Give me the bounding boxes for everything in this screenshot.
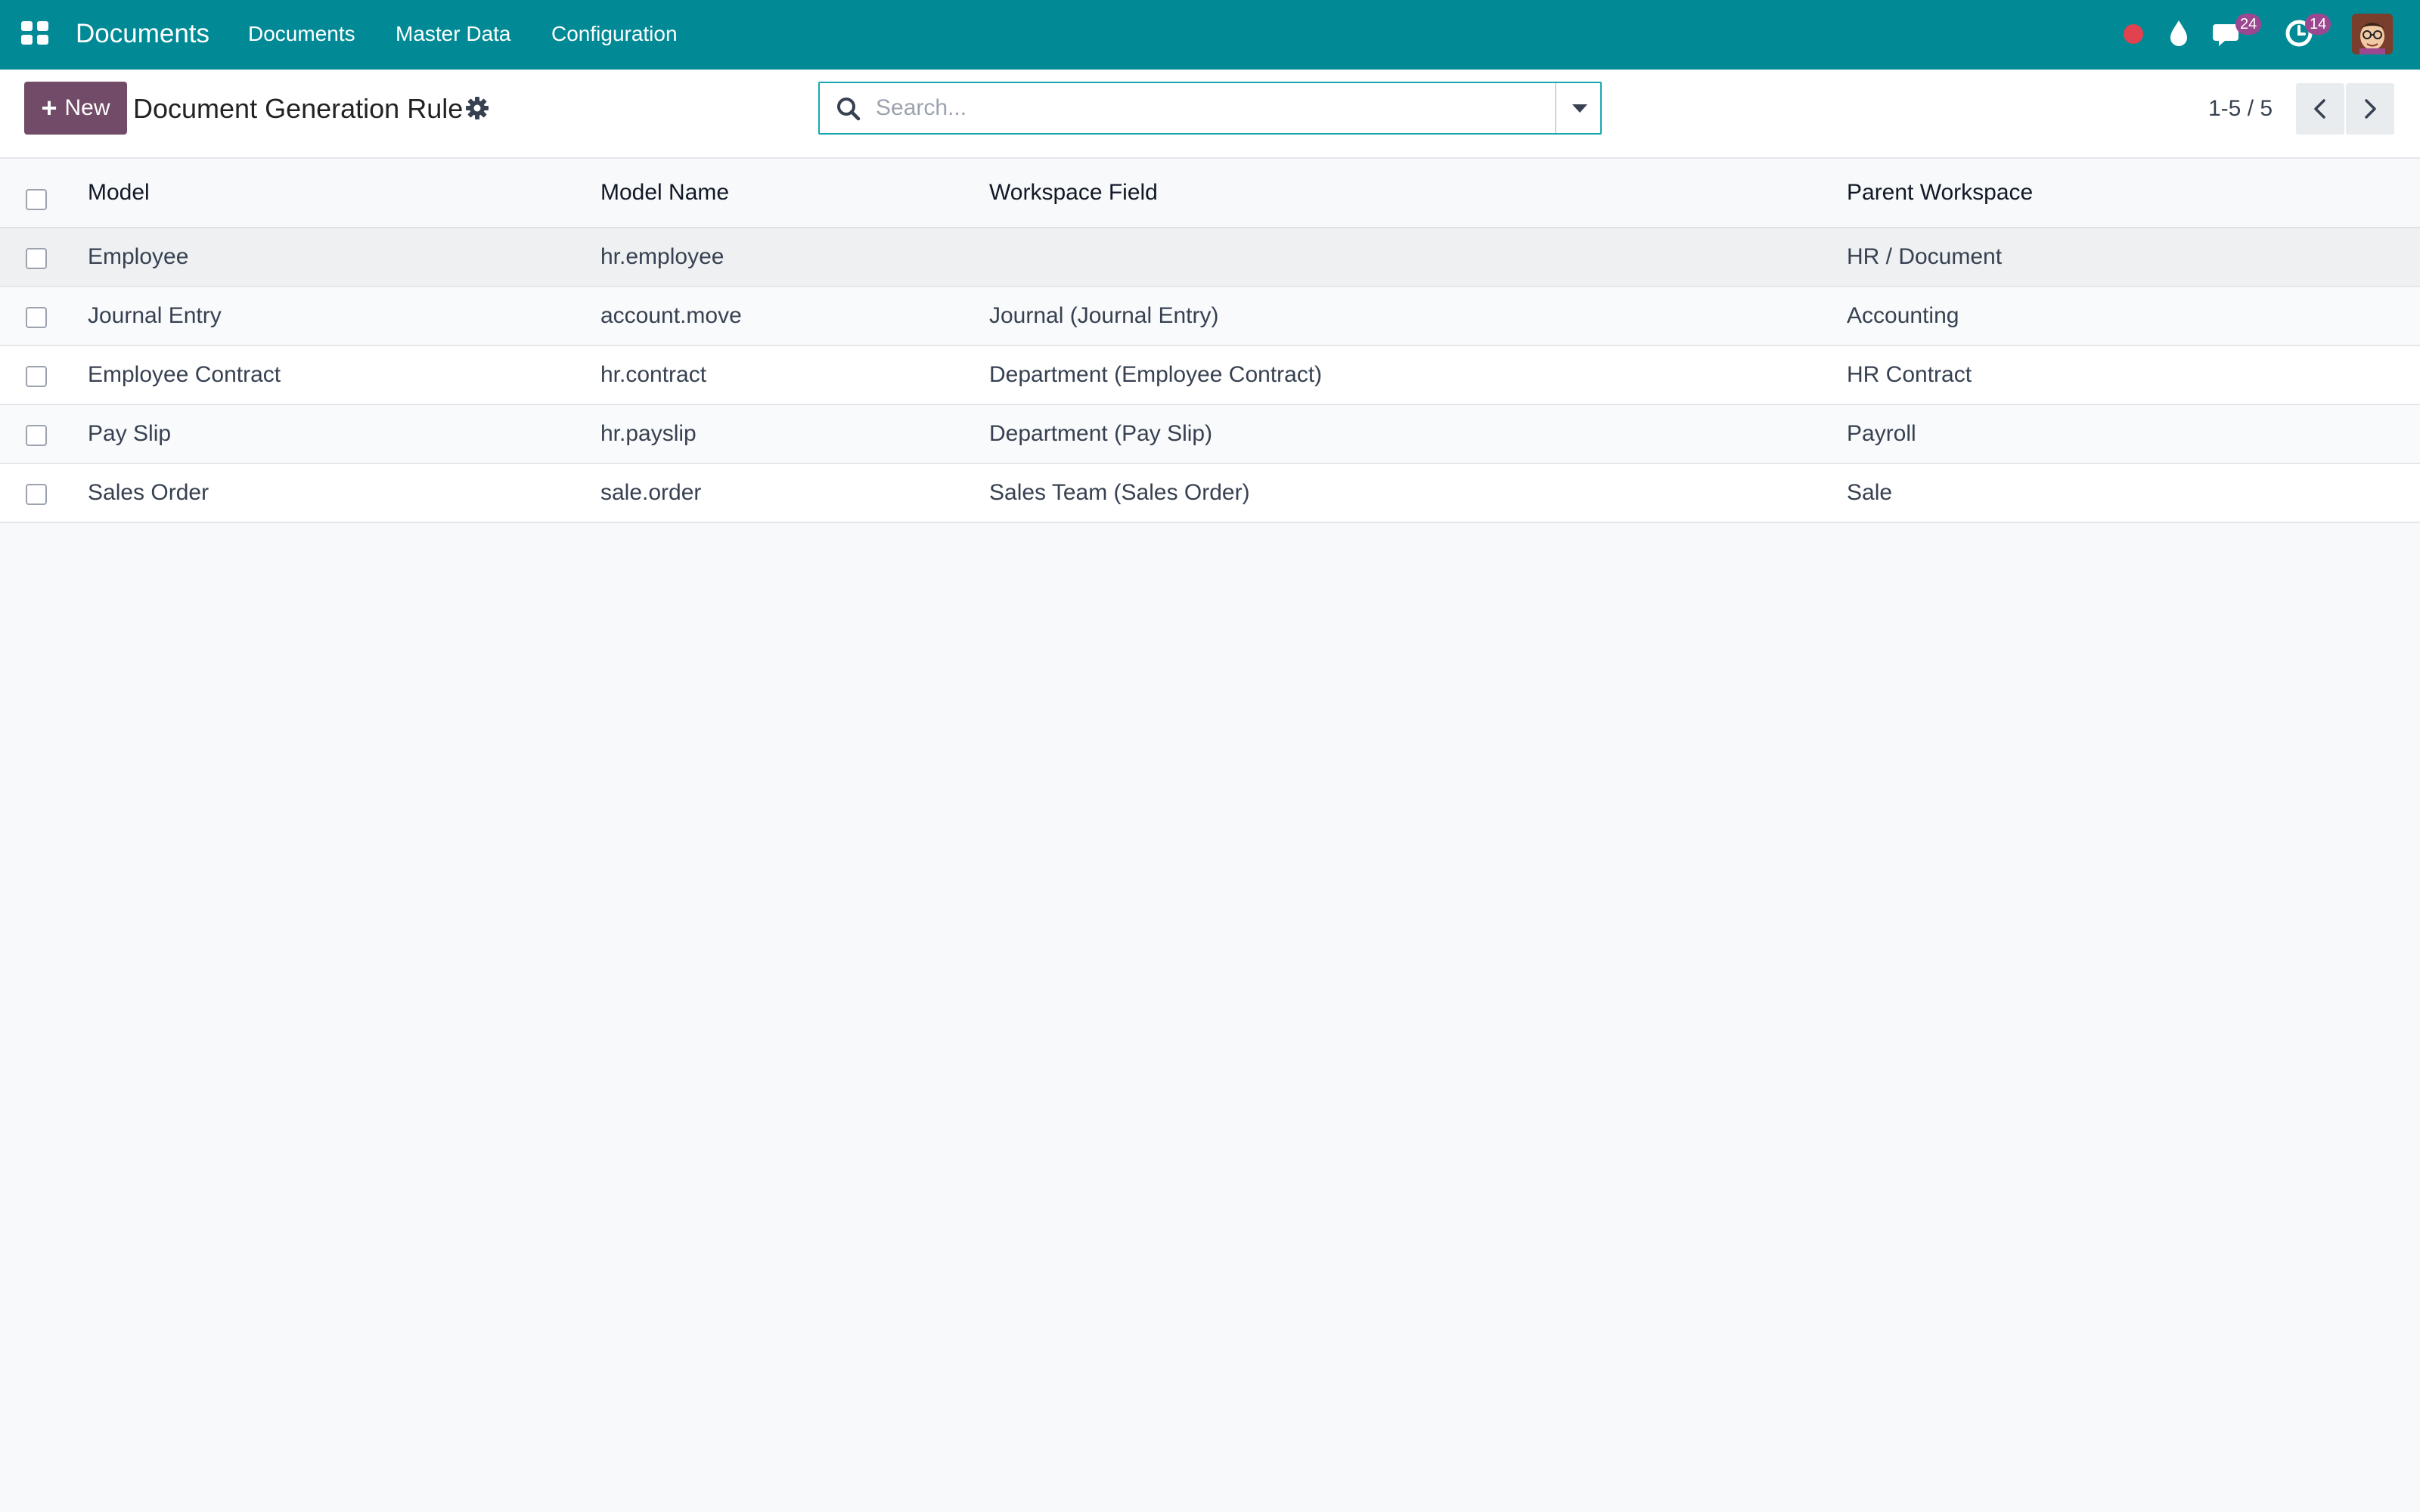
cell-parent-workspace: Accounting xyxy=(1847,303,1959,328)
cell-workspace-field: Department (Pay Slip) xyxy=(989,421,1213,446)
menu-item-master-data[interactable]: Master Data xyxy=(396,15,511,53)
top-navbar: Documents Documents Master Data Configur… xyxy=(0,0,2420,70)
plus-icon: + xyxy=(41,92,57,123)
cell-workspace-field: Department (Employee Contract) xyxy=(989,362,1323,387)
chevron-left-icon xyxy=(2314,99,2325,119)
row-checkbox[interactable] xyxy=(26,248,47,269)
chevron-right-icon xyxy=(2365,99,2376,119)
table-row[interactable]: Employee Contract hr.contract Department… xyxy=(0,346,2420,405)
app-name[interactable]: Documents xyxy=(76,15,209,53)
activities-badge: 14 xyxy=(2305,14,2332,35)
user-avatar[interactable] xyxy=(2352,14,2393,54)
column-header-workspace-field[interactable]: Workspace Field xyxy=(989,159,1158,227)
column-header-parent-workspace[interactable]: Parent Workspace xyxy=(1847,159,2033,227)
cell-model-name: hr.contract xyxy=(600,362,707,387)
page-title: Document Generation Rule xyxy=(133,93,464,124)
drop-icon[interactable] xyxy=(2167,18,2190,48)
table-header-row: Model Model Name Workspace Field Parent … xyxy=(0,159,2420,228)
pager-value[interactable]: 1-5 / 5 xyxy=(2208,92,2273,125)
caret-down-icon[interactable] xyxy=(1555,83,1600,133)
table-row[interactable]: Employee hr.employee HR / Document xyxy=(0,228,2420,287)
table-row[interactable]: Sales Order sale.order Sales Team (Sales… xyxy=(0,464,2420,523)
row-checkbox[interactable] xyxy=(26,366,47,387)
cell-model-name: sale.order xyxy=(600,480,702,505)
column-header-model[interactable]: Model xyxy=(88,159,150,227)
list-view: Model Model Name Workspace Field Parent … xyxy=(0,159,2420,523)
gear-icon[interactable] xyxy=(464,95,490,121)
table-row[interactable]: Journal Entry account.move Journal (Jour… xyxy=(0,287,2420,346)
select-all-checkbox[interactable] xyxy=(26,189,47,210)
menu-item-configuration[interactable]: Configuration xyxy=(551,15,678,53)
cell-model: Employee xyxy=(88,244,189,269)
cell-model-name: hr.employee xyxy=(600,244,724,269)
pager-previous-button[interactable] xyxy=(2296,83,2344,135)
control-panel: + New Document Generation Rule Search...… xyxy=(0,70,2420,159)
search-bar xyxy=(818,82,1602,135)
messages-badge: 24 xyxy=(2235,14,2262,35)
table-row[interactable]: Pay Slip hr.payslip Department (Pay Slip… xyxy=(0,405,2420,464)
cell-model: Employee Contract xyxy=(88,362,281,387)
row-checkbox[interactable] xyxy=(26,307,47,328)
apps-grid-icon[interactable] xyxy=(21,21,48,45)
row-checkbox[interactable] xyxy=(26,484,47,505)
cell-model-name: hr.payslip xyxy=(600,421,697,446)
cell-model: Sales Order xyxy=(88,480,209,505)
cell-parent-workspace: Sale xyxy=(1847,480,1893,505)
pager-next-button[interactable] xyxy=(2346,83,2394,135)
cell-model: Journal Entry xyxy=(88,303,222,328)
column-header-model-name[interactable]: Model Name xyxy=(600,159,729,227)
cell-model: Pay Slip xyxy=(88,421,172,446)
cell-workspace-field: Sales Team (Sales Order) xyxy=(989,480,1250,505)
cell-parent-workspace: Payroll xyxy=(1847,421,1916,446)
search-input[interactable] xyxy=(876,88,1526,129)
record-dot-icon[interactable] xyxy=(2124,24,2143,44)
new-button[interactable]: + New xyxy=(24,82,127,135)
cell-model-name: account.move xyxy=(600,303,742,328)
new-button-label: New xyxy=(64,95,110,120)
row-checkbox[interactable] xyxy=(26,425,47,446)
cell-parent-workspace: HR Contract xyxy=(1847,362,1972,387)
cell-workspace-field: Journal (Journal Entry) xyxy=(989,303,1219,328)
cell-parent-workspace: HR / Document xyxy=(1847,244,2003,269)
menu-item-documents[interactable]: Documents xyxy=(248,15,355,53)
search-icon xyxy=(835,95,862,122)
